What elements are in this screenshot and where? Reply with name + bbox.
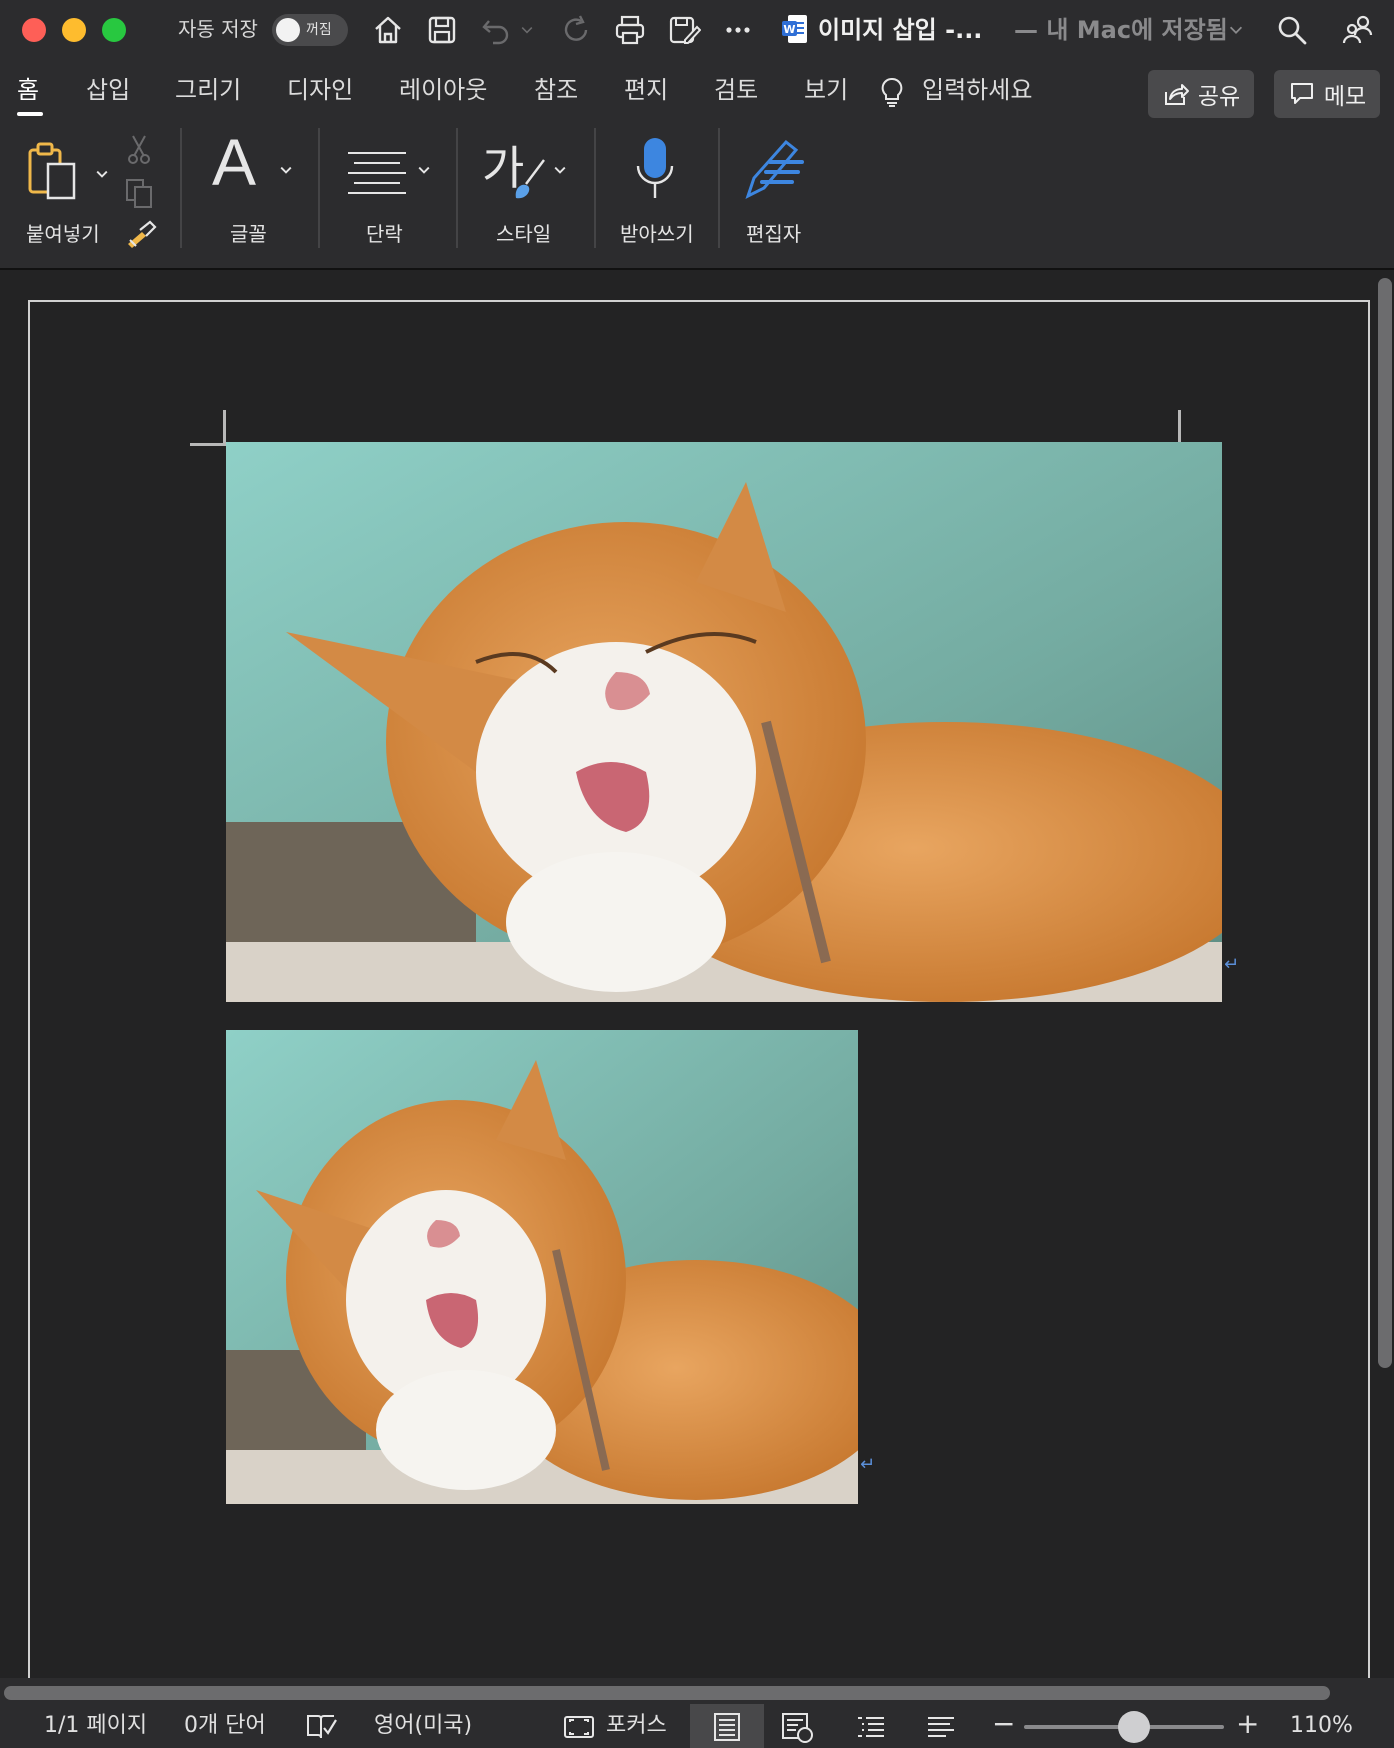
ribbon-home: 붙여넣기 A 글꼴 단락 가 스타일 받아쓰기 편집자 xyxy=(0,122,1394,270)
zoom-level[interactable]: 110% xyxy=(1290,1710,1353,1742)
save-as-icon[interactable] xyxy=(664,10,704,50)
share-button[interactable]: 공유 xyxy=(1148,70,1254,118)
comment-icon xyxy=(1290,83,1313,104)
paragraph-mark: ↵ xyxy=(860,1454,876,1475)
styles-brush-icon xyxy=(515,159,545,199)
tab-design[interactable]: 디자인 xyxy=(287,74,353,106)
tab-home[interactable]: 홈 xyxy=(17,74,39,106)
styles-label: 스타일 xyxy=(496,222,552,246)
paste-icon[interactable] xyxy=(26,140,82,204)
copy-icon[interactable] xyxy=(122,176,156,210)
paragraph-label: 단락 xyxy=(366,222,403,246)
styles-group[interactable]: 가 스타일 xyxy=(478,132,588,252)
paragraph-chevron-icon xyxy=(418,166,430,174)
word-count[interactable]: 0개 단어 xyxy=(184,1710,266,1742)
tab-references[interactable]: 참조 xyxy=(534,74,578,106)
margin-corner-mark xyxy=(1178,410,1214,446)
draft-view-icon[interactable] xyxy=(924,1710,958,1744)
svg-text:W: W xyxy=(783,23,795,36)
ribbon-separator xyxy=(718,128,720,248)
minimize-window-button[interactable] xyxy=(62,18,86,42)
autosave-toggle[interactable]: 꺼짐 xyxy=(272,14,348,46)
focus-label[interactable]: 포커스 xyxy=(606,1710,667,1742)
tab-review[interactable]: 검토 xyxy=(714,74,758,106)
toggle-knob xyxy=(276,18,300,42)
paste-label[interactable]: 붙여넣기 xyxy=(26,218,100,247)
horizontal-scrollbar[interactable] xyxy=(4,1686,1330,1700)
home-icon[interactable] xyxy=(368,10,408,50)
ribbon-separator xyxy=(318,128,320,248)
tab-draw[interactable]: 그리기 xyxy=(175,74,241,106)
ribbon-tabs: 홈 삽입 그리기 디자인 레이아웃 참조 편지 검토 보기 입력하세요 공유 메… xyxy=(0,60,1394,122)
save-icon[interactable] xyxy=(422,10,462,50)
zoom-in-button[interactable]: + xyxy=(1236,1708,1259,1740)
dictate-group[interactable]: 받아쓰기 xyxy=(614,132,718,252)
tab-mailings[interactable]: 편지 xyxy=(624,74,668,106)
language-indicator[interactable]: 영어(미국) xyxy=(374,1710,472,1742)
more-icon[interactable] xyxy=(718,10,758,50)
font-label: 글꼴 xyxy=(230,222,267,246)
outline-view-icon[interactable] xyxy=(854,1710,888,1744)
status-bar: 1/1 페이지 0개 단어 영어(미국) 포커스 − + 110% xyxy=(0,1704,1394,1748)
web-layout-icon[interactable] xyxy=(780,1710,814,1744)
close-window-button[interactable] xyxy=(22,18,46,42)
page-count[interactable]: 1/1 페이지 xyxy=(44,1710,147,1742)
font-icon: A xyxy=(212,125,257,199)
maximize-window-button[interactable] xyxy=(102,18,126,42)
comments-label: 메모 xyxy=(1323,84,1367,110)
search-icon[interactable] xyxy=(1272,10,1312,50)
document-title: 이미지 삽입 -... xyxy=(818,16,983,44)
vertical-scrollbar[interactable] xyxy=(1378,278,1392,1368)
print-layout-icon[interactable] xyxy=(710,1710,744,1744)
cat-photo-large[interactable] xyxy=(226,442,1222,1002)
tab-layout[interactable]: 레이아웃 xyxy=(399,74,487,106)
focus-icon[interactable] xyxy=(562,1710,596,1744)
tab-view[interactable]: 보기 xyxy=(804,74,848,106)
tell-me-field[interactable]: 입력하세요 xyxy=(922,74,1032,106)
undo-icon[interactable] xyxy=(476,10,516,50)
editor-group[interactable]: 편집자 xyxy=(740,132,830,252)
dictate-label: 받아쓰기 xyxy=(620,222,694,246)
format-painter-icon[interactable] xyxy=(122,218,158,252)
print-icon[interactable] xyxy=(610,10,650,50)
autosave-label: 자동 저장 xyxy=(178,17,258,41)
zoom-slider-knob[interactable] xyxy=(1118,1711,1150,1743)
active-tab-indicator xyxy=(17,112,43,116)
share-label: 공유 xyxy=(1197,84,1241,110)
cat-photo-small[interactable] xyxy=(226,1030,858,1504)
location-chevron-down-icon[interactable] xyxy=(1224,10,1248,50)
share-icon xyxy=(1164,84,1189,105)
document-canvas[interactable]: ↵ ↵ xyxy=(0,270,1394,1704)
title-bar: 자동 저장 꺼짐 W 이미지 삽입 -... — 내 Mac에 저장됨 xyxy=(0,0,1394,60)
margin-corner-mark xyxy=(190,410,226,446)
paste-options-chevron-icon[interactable] xyxy=(94,166,110,182)
horizontal-scrollbar-track xyxy=(0,1678,1394,1704)
paragraph-group[interactable]: 단락 xyxy=(340,132,450,252)
tab-insert[interactable]: 삽입 xyxy=(86,74,130,106)
ribbon-separator xyxy=(456,128,458,248)
editor-pen-icon xyxy=(745,139,804,199)
cut-icon[interactable] xyxy=(124,132,154,166)
ribbon-separator xyxy=(594,128,596,248)
editor-label: 편집자 xyxy=(746,222,802,246)
document-location[interactable]: — 내 Mac에 저장됨 xyxy=(1014,14,1228,46)
ribbon-separator xyxy=(180,128,182,248)
microphone-icon xyxy=(636,138,674,198)
paragraph-align-icon xyxy=(348,152,406,194)
proofing-book-icon[interactable] xyxy=(304,1710,338,1744)
clipboard-group: 붙여넣기 xyxy=(20,132,170,252)
font-chevron-icon xyxy=(280,166,292,174)
styles-chevron-icon xyxy=(554,166,566,174)
word-document-icon: W xyxy=(782,15,807,43)
comments-button[interactable]: 메모 xyxy=(1274,70,1380,118)
share-people-icon[interactable] xyxy=(1338,10,1378,50)
lightbulb-icon xyxy=(881,77,903,107)
paragraph-mark: ↵ xyxy=(1224,954,1240,975)
document-page[interactable]: ↵ ↵ xyxy=(28,300,1370,1680)
zoom-out-button[interactable]: − xyxy=(992,1708,1015,1740)
autosave-state: 꺼짐 xyxy=(306,22,332,38)
font-group[interactable]: A 글꼴 xyxy=(204,125,304,252)
redo-icon[interactable] xyxy=(556,10,596,50)
undo-dropdown-icon[interactable] xyxy=(514,10,540,50)
